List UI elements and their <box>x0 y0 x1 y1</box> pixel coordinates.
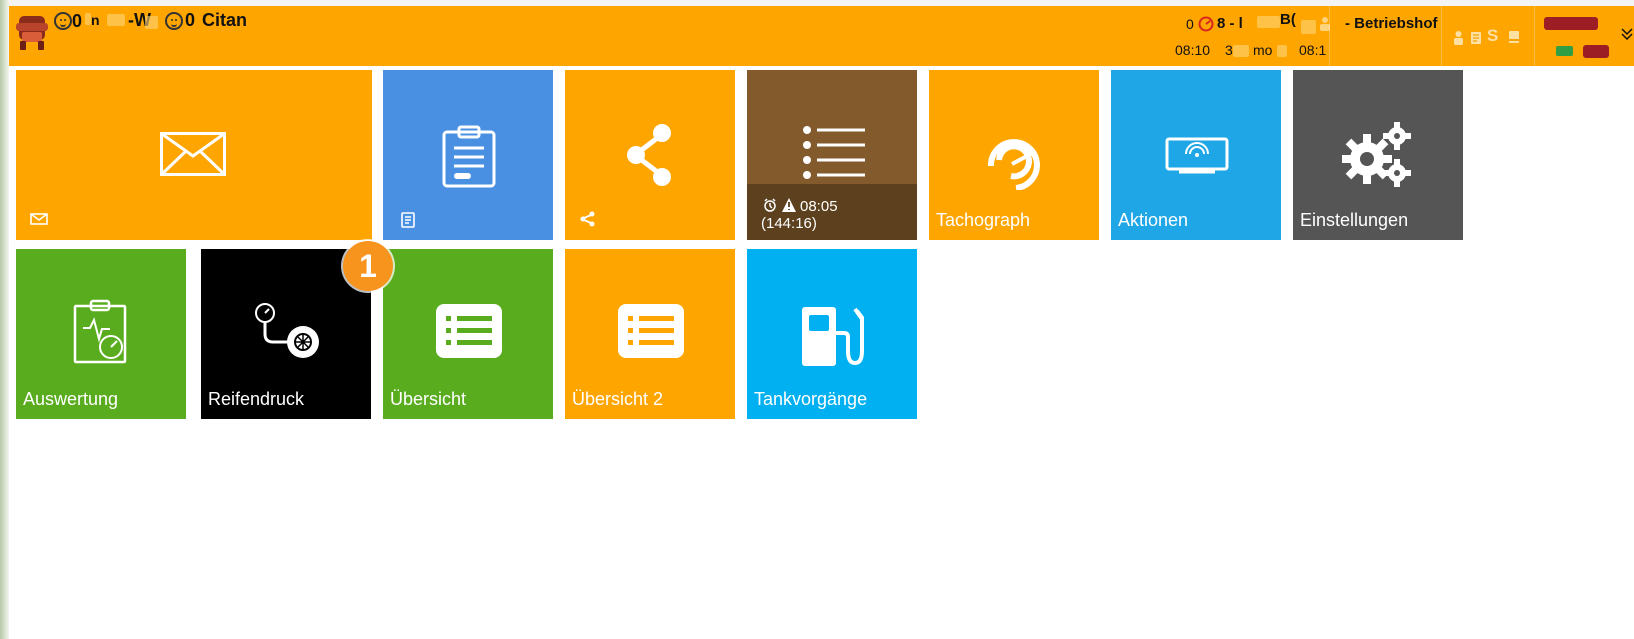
driver-smiley-icon <box>54 12 72 30</box>
tachograph-icon <box>987 139 1040 190</box>
envelope-icon <box>160 132 226 176</box>
clipboard-icon <box>442 125 496 188</box>
share-tile[interactable] <box>565 70 735 240</box>
header-separator-three <box>1534 6 1535 66</box>
vehicle-smiley-icon <box>165 12 183 30</box>
tachograph-tile[interactable]: Tachograph <box>929 70 1099 240</box>
tablet-wireless-icon <box>1165 137 1229 174</box>
time-right: 08:1 <box>1299 42 1327 58</box>
route-code: B( <box>1280 11 1296 28</box>
evaluation-label: Auswertung <box>23 389 119 409</box>
tutorial-step-badge: 1 <box>343 241 393 291</box>
alarm-clock-icon <box>764 198 776 212</box>
blurred-route-end <box>1301 20 1316 34</box>
collapse-icon[interactable] <box>1620 26 1634 40</box>
share-small-icon <box>580 211 595 227</box>
list-card-icon <box>436 304 502 358</box>
dashboard-app: 0 n -W 0 Citan 0 8 - l B( - Betriebshof … <box>9 6 1634 639</box>
route-text: 8 - l <box>1217 15 1243 32</box>
fuel-label: Tankvorgänge <box>754 389 868 409</box>
vehicle-name: Citan <box>202 10 247 30</box>
messages-tile[interactable] <box>16 70 372 240</box>
time-left: 08:10 <box>1175 42 1211 58</box>
overview-2-tile[interactable]: Übersicht 2 <box>565 249 735 419</box>
blurred-date-tail <box>1277 45 1287 57</box>
status-s-mark: S <box>1487 26 1499 45</box>
overview-tile[interactable]: Übersicht <box>383 249 553 419</box>
header-left-partial: n <box>91 12 100 28</box>
fuel-tile[interactable]: Tankvorgänge <box>747 249 917 419</box>
header-left-prefix: 0 <box>72 11 83 31</box>
notebook-status-icon <box>1509 31 1519 43</box>
clipboard-small-icon <box>401 212 415 228</box>
red-status-block-1 <box>1544 17 1598 30</box>
blurred-route-mid <box>1257 16 1280 28</box>
header-separator <box>1329 6 1330 66</box>
speedometer-icon <box>1198 16 1214 32</box>
driver-status-icon <box>1454 31 1463 45</box>
overview-2-label: Übersicht 2 <box>572 389 664 409</box>
header-separator-two <box>1441 6 1442 66</box>
share-icon <box>627 124 671 186</box>
tire-pressure-label: Reifendruck <box>208 389 305 409</box>
actions-label: Aktionen <box>1118 210 1189 230</box>
settings-tile[interactable]: Einstellungen <box>1293 70 1463 240</box>
blurred-date-middle <box>1233 45 1249 57</box>
forms-tile[interactable] <box>383 70 553 240</box>
evaluation-clipboard-icon <box>73 299 127 364</box>
blurred-plate-text <box>145 16 158 29</box>
fuel-pump-icon <box>802 307 864 366</box>
task-duration: (144:16) <box>761 215 817 232</box>
truck-icon <box>16 16 48 50</box>
warning-icon <box>782 198 796 212</box>
depot-name: - Betriebshof <box>1345 15 1438 32</box>
vehicle-counter: 0 <box>185 10 196 30</box>
overview-label: Übersicht <box>390 389 467 409</box>
gears-icon <box>1342 122 1411 187</box>
list-card-icon-2 <box>618 304 684 358</box>
tasks-tile[interactable]: 08:05 (144:16) <box>747 70 917 240</box>
settings-label: Einstellungen <box>1300 210 1409 230</box>
numbered-list-icon <box>803 126 865 179</box>
actions-tile[interactable]: Aktionen <box>1111 70 1281 240</box>
month-partial: mo <box>1253 42 1273 58</box>
blurred-id-text <box>107 14 125 26</box>
red-status-block-2 <box>1583 45 1609 58</box>
evaluation-tile[interactable]: Auswertung <box>16 249 186 419</box>
status-header: 0 n -W 0 Citan 0 8 - l B( - Betriebshof … <box>9 6 1634 66</box>
envelope-small-icon <box>30 213 48 225</box>
task-start-time: 08:05 <box>800 198 838 215</box>
document-status-icon <box>1471 32 1481 44</box>
date-partial: 3 <box>1225 42 1233 58</box>
tire-pressure-icon <box>255 303 319 358</box>
tachograph-label: Tachograph <box>936 210 1031 230</box>
green-status-chip <box>1556 46 1573 56</box>
speed-count: 0 <box>1186 16 1194 32</box>
